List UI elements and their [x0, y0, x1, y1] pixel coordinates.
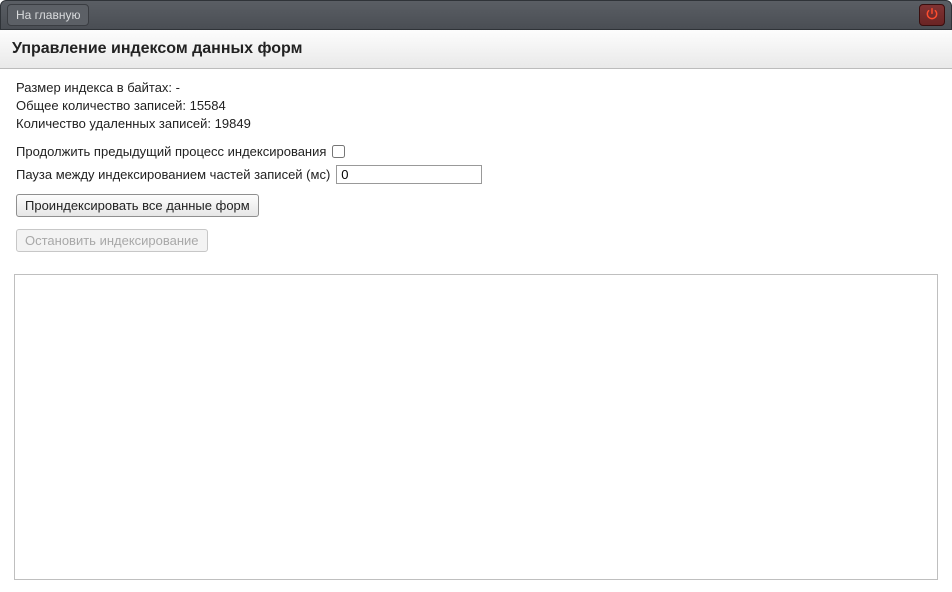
- top-bar: На главную: [0, 0, 952, 30]
- power-button[interactable]: [919, 4, 945, 26]
- index-all-button[interactable]: Проиндексировать все данные форм: [16, 194, 259, 217]
- stat-deleted-records: Количество удаленных записей: 19849: [16, 115, 936, 133]
- title-bar: Управление индексом данных форм: [0, 30, 952, 69]
- page-title: Управление индексом данных форм: [12, 40, 940, 58]
- stat-label: Размер индекса в байтах:: [16, 80, 172, 95]
- power-icon: [925, 7, 939, 24]
- pause-input[interactable]: [336, 165, 482, 184]
- continue-label: Продолжить предыдущий процесс индексиров…: [16, 144, 326, 159]
- continue-row: Продолжить предыдущий процесс индексиров…: [16, 144, 936, 159]
- log-area[interactable]: [14, 274, 938, 580]
- stats-block: Размер индекса в байтах: - Общее количес…: [16, 79, 936, 134]
- pause-label: Пауза между индексированием частей запис…: [16, 167, 330, 182]
- stat-label: Общее количество записей:: [16, 98, 186, 113]
- stat-value: 15584: [190, 98, 226, 113]
- stat-value: 19849: [215, 116, 251, 131]
- home-button[interactable]: На главную: [7, 4, 89, 26]
- stat-total-records: Общее количество записей: 15584: [16, 97, 936, 115]
- pause-row: Пауза между индексированием частей запис…: [16, 165, 936, 184]
- continue-checkbox[interactable]: [332, 145, 345, 158]
- stat-label: Количество удаленных записей:: [16, 116, 211, 131]
- stop-indexing-button: Остановить индексирование: [16, 229, 208, 252]
- stat-index-size: Размер индекса в байтах: -: [16, 79, 936, 97]
- content-area: Размер индекса в байтах: - Общее количес…: [0, 69, 952, 266]
- stat-value: -: [176, 80, 180, 95]
